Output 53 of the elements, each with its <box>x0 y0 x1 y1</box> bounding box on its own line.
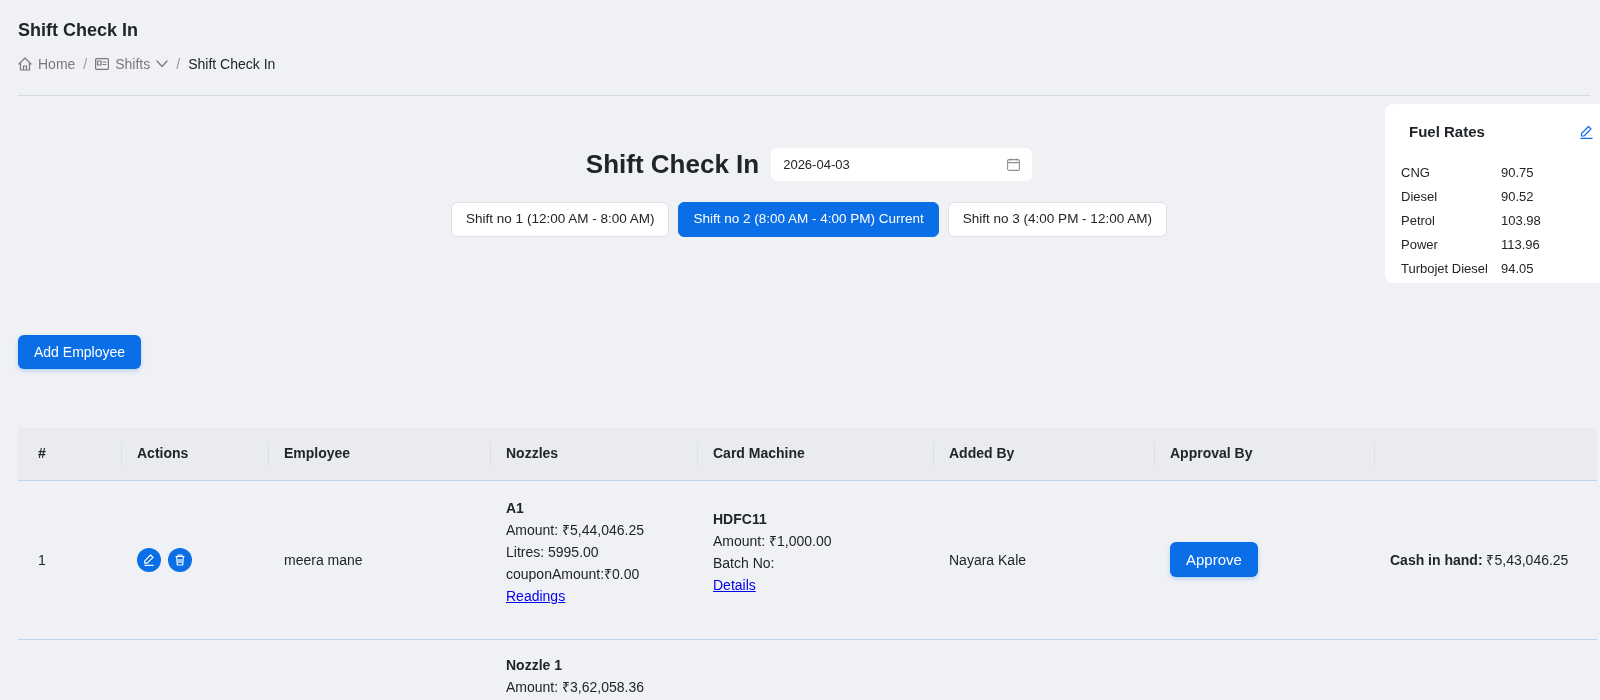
column-header: # <box>38 445 46 462</box>
nozzle-detail: Litres: 5995.00 <box>506 542 600 562</box>
nozzle-detail: Amount: ₹5,44,046.25 <box>506 520 645 540</box>
employee-name: meera mane <box>284 551 363 568</box>
shift-button[interactable]: Shift no 1 (12:00 AM - 8:00 AM) <box>451 202 670 237</box>
edit-icon[interactable] <box>137 547 161 572</box>
card-machine-detail: Amount: ₹1,000.00 <box>713 531 833 551</box>
approve-button[interactable]: Approve <box>1170 542 1258 577</box>
id-card-icon[interactable] <box>95 58 110 70</box>
card-machine-detail: Batch No: <box>713 553 776 573</box>
fuel-rate: 113.96 <box>1501 236 1540 254</box>
date-field[interactable]: 2026-04-03 <box>771 147 1033 181</box>
added-by-name: Nayara Kale <box>949 551 1027 568</box>
fuel-rate: 90.75 <box>1501 164 1534 182</box>
nozzle-detail: Amount: ₹3,62,058.36 <box>506 677 645 697</box>
column-header: Nozzles <box>506 445 559 462</box>
fuel-name: CNG <box>1401 164 1431 182</box>
cash-in-hand-text: Cash in hand: ₹5,43,046.25 <box>1390 551 1569 568</box>
breadcrumb-separator: / <box>83 55 88 74</box>
nozzle-name: Nozzle 1 <box>506 655 563 675</box>
fuel-name: Petrol <box>1401 212 1436 230</box>
breadcrumb-dropdown[interactable]: Shifts <box>95 54 169 74</box>
delete-icon[interactable] <box>168 547 192 572</box>
fuel-rates-title: Fuel Rates <box>1409 122 1485 142</box>
fuel-name: Turbojet Diesel <box>1401 260 1489 278</box>
breadcrumb-link[interactable]: Home <box>18 54 76 74</box>
calendar-icon[interactable] <box>1007 157 1021 171</box>
column-header: Actions <box>137 445 189 462</box>
fuel-rate: 103.98 <box>1501 212 1541 230</box>
fuel-rate: 90.52 <box>1501 188 1534 206</box>
column-header: Added By <box>949 445 1015 462</box>
chevron-down-icon[interactable] <box>156 60 169 68</box>
fuel-name: Diesel <box>1401 188 1439 206</box>
shift-button[interactable]: Shift no 3 (4:00 PM - 12:00 AM) <box>947 202 1167 237</box>
readings-link[interactable]: Readings <box>506 587 566 604</box>
column-header: Employee <box>284 445 351 462</box>
column-header: Approval By <box>1170 445 1253 462</box>
shift-button[interactable]: Shift no 2 (8:00 AM - 4:00 PM) Current <box>678 202 939 237</box>
breadcrumb-current: Shift Check In <box>188 55 276 74</box>
breadcrumb-separator: / <box>176 55 181 74</box>
column-header: Card Machine <box>713 445 805 462</box>
row-number: 1 <box>38 551 46 568</box>
section-heading: Shift Check In <box>585 148 760 181</box>
details-link[interactable]: Details <box>713 576 756 593</box>
add-employee-button[interactable]: Add Employee <box>18 335 142 369</box>
home-icon[interactable] <box>18 57 32 71</box>
page-title: Shift Check In <box>18 19 139 42</box>
nozzle-name: A1 <box>506 498 525 518</box>
edit-icon[interactable] <box>1580 125 1593 139</box>
nozzle-detail: couponAmount:₹0.00 <box>506 564 641 584</box>
fuel-rate: 94.05 <box>1501 260 1534 278</box>
fuel-name: Power <box>1401 236 1439 254</box>
card-machine-name: HDFC11 <box>713 509 768 529</box>
